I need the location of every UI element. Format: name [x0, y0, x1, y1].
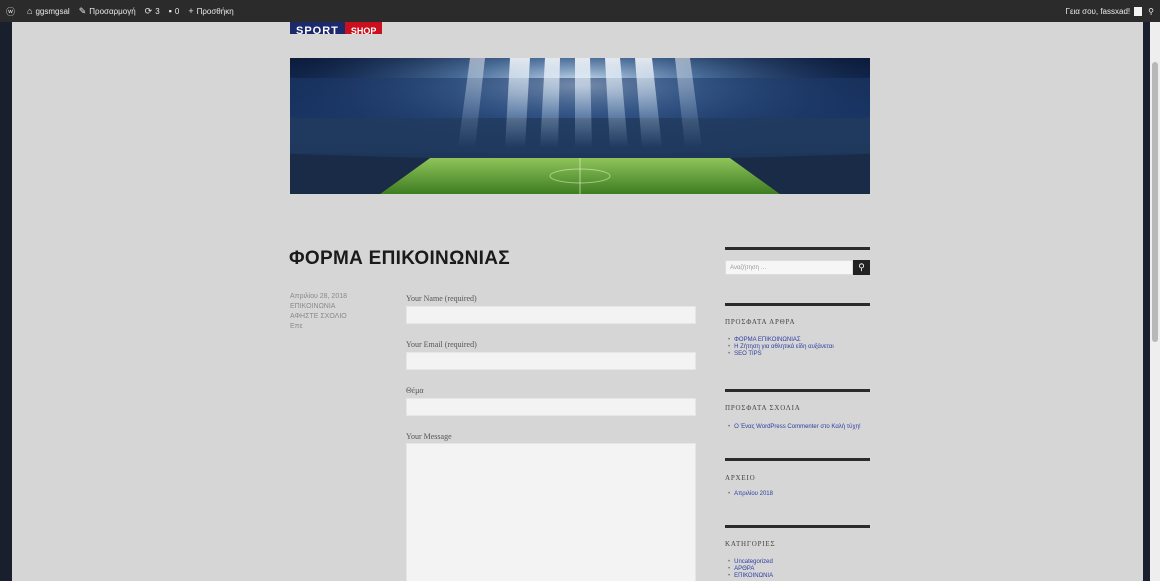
admin-site-name[interactable]: ⌂ ggsmgsal: [27, 6, 70, 16]
search-icon: ⚲: [858, 262, 865, 272]
comment-icon: ▪: [168, 6, 172, 16]
message-label: Your Message: [406, 432, 452, 441]
recent-posts-list: ΦΟΡΜΑ ΕΠΙΚΟΙΝΩΝΙΑΣ Η Ζήτηση για αθλητικά…: [728, 337, 834, 358]
post-date[interactable]: Απριλίου 28, 2018: [290, 292, 390, 302]
admin-wordpress-menu[interactable]: ⓦ: [6, 5, 18, 18]
admin-new-content[interactable]: + Προσθήκη: [188, 6, 233, 16]
recent-post-link[interactable]: ΦΟΡΜΑ ΕΠΙΚΟΙΝΩΝΙΑΣ: [728, 337, 834, 344]
avatar[interactable]: [1134, 6, 1143, 16]
search-button[interactable]: ⚲: [853, 260, 870, 275]
post-meta: Απριλίου 28, 2018 ΕΠΙΚΟΙΝΩΝΙΑ ΑΦΗΣΤΕ ΣΧΟ…: [290, 292, 390, 332]
admin-customize[interactable]: ✎ Προσαρμογή: [79, 6, 136, 17]
archives-list: Απριλίου 2018: [728, 491, 773, 498]
logo-part-sport: SPORT: [290, 22, 345, 34]
pencil-icon: ✎: [78, 5, 87, 16]
recent-post-link[interactable]: Η Ζήτηση για αθλητικά είδη αυξάνεται: [728, 344, 834, 351]
logo-part-shop: SHOP: [344, 22, 383, 34]
admin-search-icon[interactable]: ⚲: [1148, 7, 1154, 16]
admin-comments[interactable]: ▪ 0: [169, 6, 180, 16]
admin-bar: ⓦ ⌂ ggsmgsal ✎ Προσαρμογή ⟳ 3 ▪ 0 + Προσθήκη …: [0, 0, 1160, 22]
recent-comment-link[interactable]: Ο Ένας WordPress Commenter στο Καλή τύχη…: [728, 424, 861, 431]
archives-title: ΑΡΧΕΙΟ: [725, 474, 756, 482]
admin-customize-label: Προσαρμογή: [89, 6, 136, 16]
refresh-icon: ⟳: [144, 5, 153, 16]
recent-comments-list: Ο Ένας WordPress Commenter στο Καλή τύχη…: [728, 424, 861, 431]
search-input[interactable]: Αναζήτηση …: [725, 260, 853, 275]
left-background-edge: [0, 22, 12, 581]
home-icon: ⌂: [27, 6, 33, 16]
plus-icon: +: [188, 6, 194, 16]
subject-field[interactable]: [406, 398, 696, 416]
post-comment-link[interactable]: ΑΦΗΣΤΕ ΣΧΟΛΙΟ: [290, 312, 390, 322]
post-edit-link[interactable]: Επε: [290, 322, 390, 332]
message-field[interactable]: [406, 443, 696, 581]
name-label: Your Name (required): [406, 294, 477, 303]
widget-divider: [725, 247, 870, 250]
site-logo[interactable]: SPORT SHOP: [290, 22, 383, 34]
header-banner-image: [290, 58, 870, 194]
category-link[interactable]: ΕΠΙΚΟΙΝΩΝΙΑ: [728, 573, 773, 580]
admin-comments-count: 0: [174, 6, 180, 16]
category-link[interactable]: ΑΡΘΡΑ: [728, 566, 773, 573]
recent-comments-title: ΠΡΟΣΦΑΤΑ ΣΧΟΛΙΑ: [725, 404, 801, 412]
subject-label: Θέμα: [406, 386, 424, 395]
widget-divider: [725, 458, 870, 461]
scrollbar-thumb[interactable]: [1152, 62, 1158, 342]
name-field[interactable]: [406, 306, 696, 324]
admin-greeting[interactable]: Γεια σου, fassxad!: [1066, 7, 1131, 16]
post-category[interactable]: ΕΠΙΚΟΙΝΩΝΙΑ: [290, 302, 390, 312]
categories-title: ΚΑΤΗΓΟΡΙΕΣ: [725, 540, 776, 548]
recent-posts-title: ΠΡΟΣΦΑΤΑ ΑΡΘΡΑ: [725, 318, 796, 326]
email-field[interactable]: [406, 352, 696, 370]
archive-link[interactable]: Απριλίου 2018: [728, 491, 773, 498]
admin-updates[interactable]: ⟳ 3: [145, 6, 160, 17]
admin-site-label: ggsmgsal: [35, 6, 70, 16]
wordpress-icon: ⓦ: [6, 6, 16, 17]
scrollbar[interactable]: [1150, 22, 1160, 581]
widget-divider: [725, 389, 870, 392]
email-label: Your Email (required): [406, 340, 477, 349]
recent-post-link[interactable]: SEO TIPS: [728, 351, 834, 358]
widget-divider: [725, 525, 870, 528]
admin-new-label: Προσθήκη: [196, 6, 234, 16]
page-title: ΦΟΡΜΑ ΕΠΙΚΟΙΝΩΝΙΑΣ: [289, 248, 510, 269]
categories-list: Uncategorized ΑΡΘΡΑ ΕΠΙΚΟΙΝΩΝΙΑ: [728, 559, 773, 580]
admin-updates-count: 3: [155, 6, 160, 16]
category-link[interactable]: Uncategorized: [728, 559, 773, 566]
widget-divider: [725, 303, 870, 306]
